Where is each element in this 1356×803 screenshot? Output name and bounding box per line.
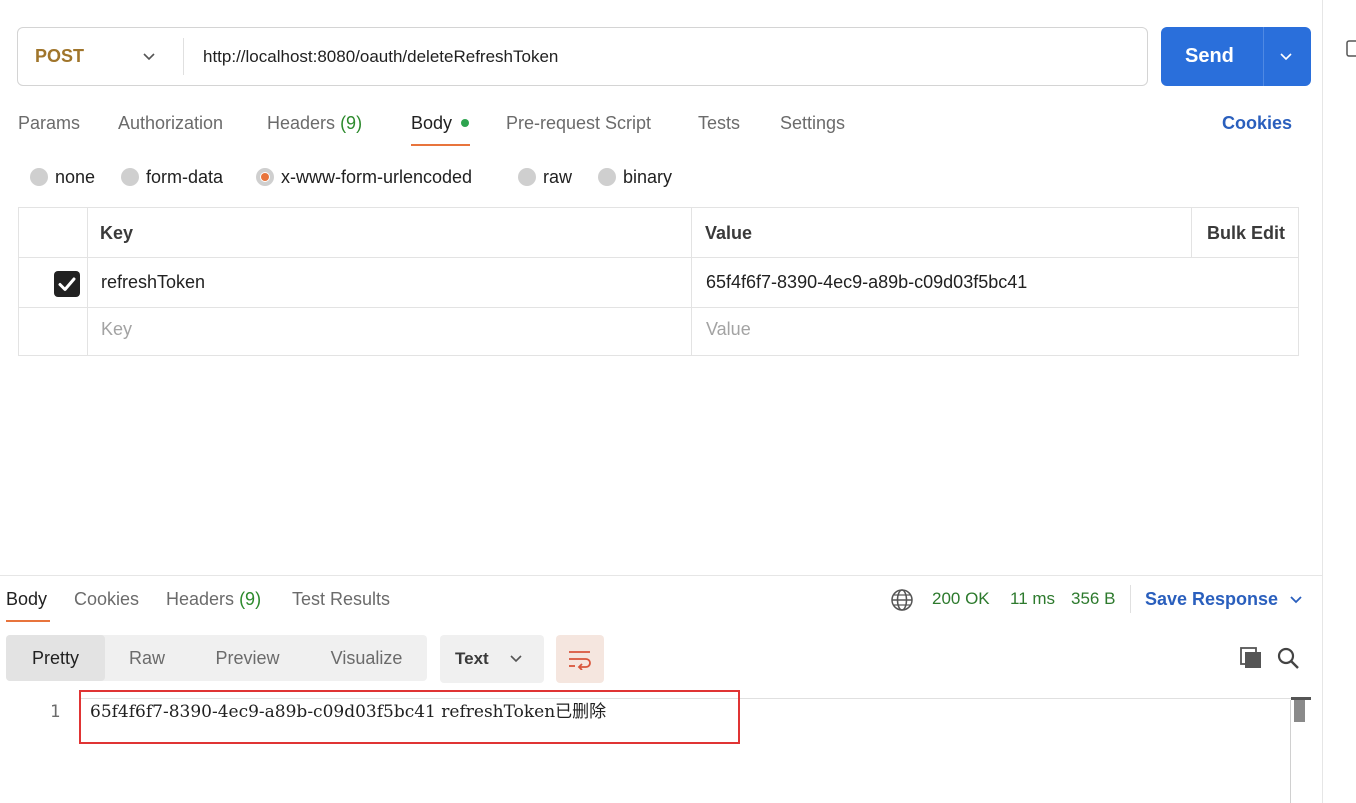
radio-x-www-form-urlencoded-label[interactable]: x-www-form-urlencoded [281,165,472,189]
tab-settings[interactable]: Settings [780,110,845,136]
chevron-down-icon[interactable] [142,50,156,64]
table-divider [87,208,88,355]
response-tab-test-results[interactable]: Test Results [292,586,390,612]
chevron-down-icon[interactable] [1278,50,1294,64]
new-value-input[interactable]: Value [706,317,751,341]
tab-params[interactable]: Params [18,110,80,136]
tab-headers[interactable]: Headers (9) [267,110,362,136]
radio-none[interactable] [30,168,48,186]
documentation-icon[interactable] [1345,40,1356,58]
tab-authorization[interactable]: Authorization [118,110,223,136]
scrollbar-track[interactable] [1290,700,1291,803]
radio-form-data-label[interactable]: form-data [146,165,223,189]
tab-headers-count: (9) [340,113,363,133]
radio-raw-label[interactable]: raw [543,165,572,189]
tab-body[interactable]: Body [411,110,452,136]
body-modified-dot [461,119,469,127]
annotation-highlight-box [79,690,740,744]
column-header-key: Key [100,223,134,243]
params-table: Key Value Bulk Edit refreshToken 65f4f6f… [18,207,1299,356]
radio-binary-label[interactable]: binary [623,165,672,189]
send-divider [1263,27,1264,86]
url-input[interactable]: http://localhost:8080/oauth/deleteRefres… [203,28,558,85]
response-tab-headers-label: Headers [166,589,235,609]
response-tab-body[interactable]: Body [6,586,47,612]
radio-x-www-form-urlencoded[interactable] [256,168,274,186]
view-mode-group: Pretty Raw Preview Visualize [6,635,427,681]
radio-form-data[interactable] [121,168,139,186]
table-divider [1191,208,1192,258]
bulk-edit-button[interactable]: Bulk Edit [1207,221,1285,245]
response-tab-cookies[interactable]: Cookies [74,586,139,612]
view-preview-button[interactable]: Preview [189,635,306,681]
url-bar: POST http://localhost:8080/oauth/deleteR… [17,27,1148,86]
status-divider [1130,585,1131,613]
search-icon[interactable] [1276,646,1300,670]
tab-pre-request-script[interactable]: Pre-request Script [506,110,651,136]
view-raw-button[interactable]: Raw [105,635,189,681]
wrap-lines-button[interactable] [556,635,604,683]
scrollbar-thumb[interactable] [1294,700,1305,722]
tab-headers-label: Headers [267,113,336,133]
row-enabled-checkbox[interactable] [54,271,80,297]
globe-icon[interactable] [890,588,914,612]
radio-none-label[interactable]: none [55,165,95,189]
cookies-link[interactable]: Cookies [1222,110,1292,136]
table-divider [19,257,1298,258]
format-select[interactable]: Text [440,635,544,683]
table-divider [691,208,692,355]
tab-tests[interactable]: Tests [698,110,740,136]
row-value-input[interactable]: 65f4f6f7-8390-4ec9-a89b-c09d03f5bc41 [706,270,1027,294]
response-time[interactable]: 11 ms [1010,586,1055,612]
response-tab-headers-count: (9) [239,589,262,609]
chevron-down-icon[interactable] [1288,593,1304,607]
chevron-down-icon[interactable] [509,652,523,666]
new-key-input[interactable]: Key [101,317,132,341]
response-size[interactable]: 356 B [1071,586,1115,612]
wrap-lines-icon [569,651,591,670]
checkmark-icon [58,277,76,291]
line-number: 1 [50,702,61,722]
format-select-label[interactable]: Text [455,635,489,683]
save-response-button[interactable]: Save Response [1145,586,1278,612]
send-button-label[interactable]: Send [1185,27,1234,86]
column-header-value: Value [705,223,753,243]
copy-icon[interactable] [1239,646,1263,670]
url-divider [183,38,184,75]
active-response-tab-indicator [6,620,50,622]
radio-binary[interactable] [598,168,616,186]
view-pretty-button[interactable]: Pretty [6,635,105,681]
response-divider [0,575,1322,576]
view-visualize-button[interactable]: Visualize [306,635,427,681]
table-divider [19,307,1298,308]
send-button[interactable]: Send [1161,27,1311,86]
active-tab-indicator [411,144,470,146]
radio-raw[interactable] [518,168,536,186]
method-select[interactable]: POST [35,28,84,85]
row-key-input[interactable]: refreshToken [101,270,205,294]
status-code[interactable]: 200 OK [932,586,990,612]
response-tab-headers[interactable]: Headers (9) [166,586,261,612]
sidebar-divider [1322,0,1323,803]
